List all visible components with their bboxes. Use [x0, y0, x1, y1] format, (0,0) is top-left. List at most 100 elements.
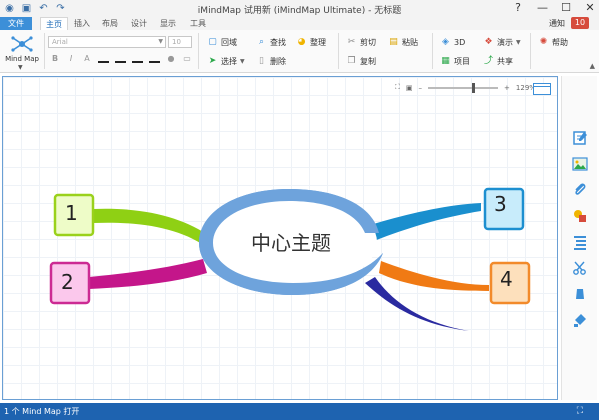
present-icon: ❖: [484, 36, 493, 47]
view3d-button[interactable]: ◈ 3D: [440, 36, 465, 48]
quick-access-toolbar: ◉ ▣ ↶ ↷: [0, 3, 66, 14]
maximize-button[interactable]: ☐: [561, 1, 571, 15]
fit-width-icon[interactable]: ▣: [406, 84, 413, 92]
copy-label: 复制: [360, 56, 376, 66]
help-ribbon-button[interactable]: ✺ 帮助: [538, 36, 568, 48]
zoom-slider[interactable]: [428, 82, 499, 93]
tab-layout[interactable]: 布局: [96, 17, 124, 30]
font-size-value: 10: [172, 38, 181, 46]
cut-button[interactable]: ✂ 剪切: [346, 36, 376, 48]
notifications-label[interactable]: 通知: [549, 17, 565, 30]
clipboard-icon: ▤: [389, 36, 398, 47]
clear-format-icon[interactable]: ▭: [182, 54, 192, 64]
paste-button[interactable]: ▤ 粘贴: [388, 36, 418, 48]
node-1-label: 1: [65, 201, 78, 225]
close-button[interactable]: ✕: [585, 1, 595, 15]
cut-label: 剪切: [360, 37, 376, 47]
find-button[interactable]: ⌕ 查找: [256, 36, 286, 48]
mindmap-drawing: 中心主题 1 2 3 4: [49, 187, 531, 331]
zoom-slider-thumb[interactable]: [472, 82, 476, 93]
shapes-icon[interactable]: [570, 206, 590, 226]
tab-file[interactable]: 文件: [0, 17, 32, 30]
ribbon-divider: [432, 33, 433, 69]
project-label: 项目: [454, 56, 470, 66]
ribbon-divider: [338, 33, 339, 69]
select-label: 选择: [221, 56, 237, 66]
select-button[interactable]: ➤ 选择 ▼: [207, 55, 245, 67]
line-style-icon[interactable]: [98, 55, 109, 63]
cube-icon: ◈: [442, 36, 449, 47]
notification-count-badge[interactable]: 10: [571, 17, 589, 29]
mindmap-label: Mind Map: [5, 55, 39, 63]
ribbon-home: Mind Map ▼ Arial ▼ 10 B I A ● ▭ ▢ 回域 ➤ 选…: [0, 30, 599, 73]
status-bar: 1 个 Mind Map 打开 ⛶: [0, 403, 599, 420]
style-icon[interactable]: ●: [166, 54, 176, 64]
image-icon[interactable]: [570, 154, 590, 174]
node-4-label: 4: [500, 267, 513, 291]
app-logo-icon: ◉: [5, 2, 14, 14]
boundary-label: 回域: [221, 37, 237, 47]
tidy-label: 整理: [310, 37, 326, 47]
branch-1-connector: [93, 208, 211, 249]
chevron-down-icon: ▼: [516, 38, 521, 46]
find-label: 查找: [270, 37, 286, 47]
help-button[interactable]: ?: [513, 1, 523, 15]
format-row: B I A ● ▭: [50, 54, 192, 64]
paste-label: 粘贴: [402, 37, 418, 47]
trash-icon: ▯: [259, 55, 264, 66]
mindmap-button[interactable]: Mind Map ▼: [2, 32, 42, 72]
share-button[interactable]: ⤴ 共享: [483, 55, 513, 67]
zoom-bar: ⛶ ▣ – + 129%: [395, 82, 536, 93]
save-icon[interactable]: ▣: [21, 3, 32, 14]
tab-tools[interactable]: 工具: [184, 17, 212, 30]
present-button[interactable]: ❖ 演示 ▼: [483, 36, 521, 48]
project-button[interactable]: ▦ 项目: [440, 55, 470, 67]
bold-icon[interactable]: B: [50, 54, 60, 64]
notes-icon[interactable]: [570, 128, 590, 148]
delete-label: 删除: [270, 56, 286, 66]
line-color-icon[interactable]: [132, 55, 143, 63]
tab-view[interactable]: 显示: [154, 17, 182, 30]
title-bar: ◉ ▣ ↶ ↷ iMindMap 试用新 (iMindMap Ultimate)…: [0, 0, 599, 17]
fill-color-icon[interactable]: [149, 55, 160, 63]
font-size-select[interactable]: 10: [168, 36, 192, 48]
tab-home[interactable]: 主页: [40, 17, 68, 30]
zoom-in-icon[interactable]: +: [504, 84, 510, 92]
fullscreen-icon[interactable]: ⛶: [577, 403, 583, 420]
branch-3-connector: [363, 203, 481, 243]
mindmap-canvas[interactable]: 中心主题 1 2 3 4 ⛶ ▣ – + 129%: [2, 76, 558, 400]
marker-icon[interactable]: [570, 284, 590, 304]
central-topic-text: 中心主题: [251, 231, 331, 255]
scissors-icon[interactable]: [570, 258, 590, 278]
delete-button[interactable]: ▯ 删除: [256, 55, 286, 67]
paint-icon[interactable]: [570, 310, 590, 330]
branch-2-connector: [89, 259, 207, 289]
font-family-select[interactable]: Arial ▼: [48, 36, 166, 48]
fit-page-icon[interactable]: ⛶: [395, 83, 400, 92]
tidy-button[interactable]: ◕ 整理: [296, 36, 326, 48]
lifebuoy-icon: ✺: [539, 36, 548, 47]
font-color-icon[interactable]: A: [82, 54, 92, 64]
project-icon: ▦: [441, 55, 450, 66]
attachment-icon[interactable]: [570, 180, 590, 200]
boundary-button[interactable]: ▢ 回域: [207, 36, 237, 48]
chevron-down-icon: ▼: [158, 38, 163, 45]
zoom-out-icon[interactable]: –: [419, 84, 423, 92]
collapse-ribbon-icon[interactable]: ▲: [590, 62, 595, 70]
minimize-button[interactable]: —: [537, 1, 548, 15]
tab-insert[interactable]: 插入: [68, 17, 96, 30]
panel-toggle-button[interactable]: [533, 83, 551, 95]
chevron-down-icon: ▼: [240, 57, 245, 65]
search-icon: ⌕: [258, 36, 265, 47]
scissors-icon: ✂: [347, 36, 356, 47]
present-label: 演示: [497, 37, 513, 47]
line-weight-icon[interactable]: [115, 55, 126, 63]
undo-icon[interactable]: ↶: [38, 3, 49, 14]
outline-icon[interactable]: [570, 232, 590, 252]
redo-icon[interactable]: ↷: [55, 3, 66, 14]
tab-design[interactable]: 设计: [125, 17, 153, 30]
window-controls: ? — ☐ ✕: [513, 1, 595, 15]
copy-button[interactable]: ❐ 复制: [346, 55, 376, 67]
italic-icon[interactable]: I: [66, 54, 76, 64]
share-label: 共享: [497, 56, 513, 66]
